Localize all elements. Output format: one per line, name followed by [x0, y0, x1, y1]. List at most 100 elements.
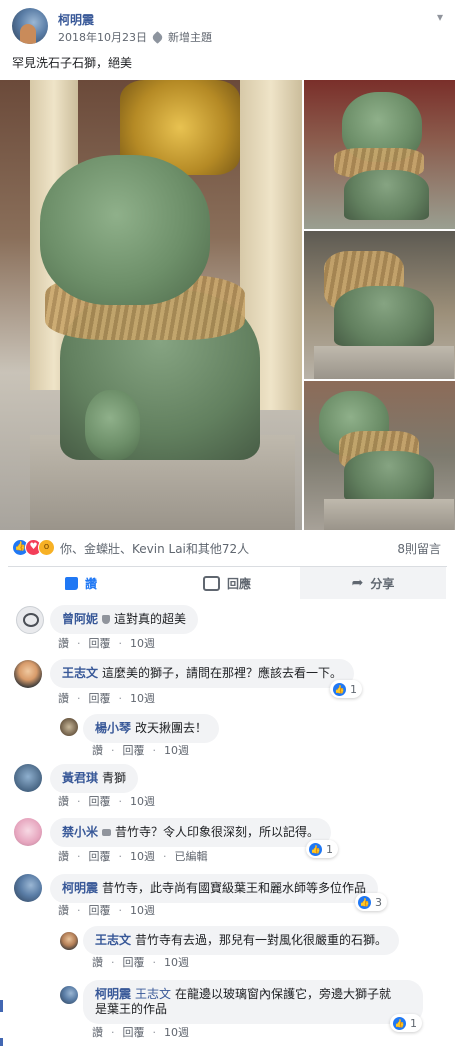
- post-meta: 2018年10月23日 新增主題: [58, 29, 212, 45]
- mention-link[interactable]: 王志文: [135, 987, 171, 1001]
- comment-reply-link[interactable]: 回覆: [89, 637, 111, 650]
- reply-avatar[interactable]: [60, 718, 78, 736]
- comment-links: 讚 · 回覆 · 10週: [92, 1024, 197, 1040]
- add-topic-link[interactable]: 新增主題: [168, 29, 212, 45]
- comment-reply-link[interactable]: 回覆: [89, 850, 111, 863]
- comment-time[interactable]: 10週: [130, 850, 155, 863]
- separator: ·: [152, 744, 157, 757]
- separator: ·: [111, 956, 115, 969]
- photo-grid: [0, 80, 455, 530]
- comment-count[interactable]: 8則留言: [397, 540, 441, 557]
- comment-text: 青獅: [102, 771, 127, 785]
- comment-reply-link[interactable]: 回覆: [89, 795, 111, 808]
- reply-avatar[interactable]: [60, 932, 78, 950]
- comment-reaction-badge[interactable]: 👍 1: [330, 680, 362, 698]
- comment-reply-link[interactable]: 回覆: [123, 744, 145, 757]
- comment-avatar[interactable]: [14, 764, 42, 792]
- comment-reply-link[interactable]: 回覆: [123, 1026, 145, 1039]
- separator: ·: [118, 692, 123, 705]
- comment-like-link[interactable]: 讚: [92, 1026, 103, 1039]
- comment-time[interactable]: 10週: [130, 904, 155, 917]
- comment-bubble: 禁小米 昔竹寺？令人印象很深刻，所以記得。: [50, 818, 332, 847]
- left-edge-marker: [0, 1038, 3, 1046]
- comment-time[interactable]: 10週: [164, 1026, 189, 1039]
- comment-bubble: 黃君琪 青獅: [50, 764, 139, 793]
- comment-author[interactable]: 柯明震: [62, 881, 98, 895]
- author-name[interactable]: 柯明震: [58, 11, 94, 28]
- comment-links: 讚 · 回覆 · 10週: [58, 793, 163, 809]
- comment-button[interactable]: 回應: [154, 567, 300, 599]
- comment-author[interactable]: 楊小琴: [95, 721, 131, 735]
- comment-links: 讚 · 回覆 · 10週 · 已編輯: [58, 848, 216, 864]
- comment-author[interactable]: 柯明震: [95, 987, 131, 1001]
- post-text: 罕見洗石子石獅，絕美: [12, 56, 133, 70]
- comment-like-link[interactable]: 讚: [58, 850, 69, 863]
- comment-like-link[interactable]: 讚: [58, 904, 69, 917]
- photo-main[interactable]: [0, 80, 302, 530]
- photo-thumb-3[interactable]: [304, 381, 455, 530]
- separator: ·: [77, 850, 81, 863]
- like-label: 讚: [84, 576, 97, 591]
- photo-thumb-1[interactable]: [304, 80, 455, 229]
- photo-thumb-2[interactable]: [304, 231, 455, 379]
- comment-bubble: 柯明震 昔竹寺，此寺尚有國寶級葉王和麗水師等多位作品: [50, 874, 379, 903]
- comment-author[interactable]: 王志文: [62, 666, 98, 680]
- thumb2-pedestal: [314, 346, 454, 379]
- speech-bubble-icon: [202, 575, 220, 591]
- comment-like-link[interactable]: 讚: [58, 637, 69, 650]
- thumb2-lion-body: [334, 286, 434, 346]
- comment-reaction-badge[interactable]: 👍 3: [355, 893, 387, 911]
- post-header: 柯明震 2018年10月23日 新增主題 ▾ 罕見洗石子石獅，絕美: [0, 0, 455, 80]
- comment-avatar[interactable]: [16, 606, 44, 634]
- post-date[interactable]: 2018年10月23日: [58, 29, 147, 45]
- comment-reply-link[interactable]: 回覆: [89, 904, 111, 917]
- comment-links: 讚 · 回覆 · 10週: [92, 954, 197, 970]
- comment-bubble: 王志文 這麼美的獅子，請問在那裡？應該去看一下。: [50, 659, 355, 688]
- edited-label[interactable]: 已編輯: [175, 850, 208, 863]
- share-button[interactable]: ➦ 分享: [300, 567, 446, 599]
- reaction-summary[interactable]: 你、金蠑壯、Kevin Lai和其他72人: [60, 540, 249, 557]
- comment-time[interactable]: 10週: [130, 637, 155, 650]
- like-reaction-icon: 👍: [393, 1016, 406, 1030]
- comment-links: 讚 · 回覆 · 10週: [58, 902, 163, 918]
- comment-reaction-badge[interactable]: 👍 1: [306, 840, 338, 858]
- chevron-down-icon[interactable]: ▾: [437, 10, 443, 24]
- left-edge-marker: [0, 1000, 3, 1012]
- reaction-icons[interactable]: 👍 ♥ o: [12, 539, 55, 556]
- comment-time[interactable]: 10週: [130, 692, 155, 705]
- wow-reaction-icon: o: [38, 539, 55, 556]
- comment-avatar[interactable]: [14, 818, 42, 846]
- photo-cub: [85, 390, 140, 460]
- comment-time[interactable]: 10週: [164, 956, 189, 969]
- comment-text: 昔竹寺，此寺尚有國寶級葉王和麗水師等多位作品: [102, 881, 367, 895]
- comment-reaction-badge[interactable]: 👍 1: [390, 1014, 422, 1032]
- share-label: 分享: [370, 576, 395, 591]
- like-reaction-icon: 👍: [309, 842, 322, 856]
- comment-author[interactable]: 黃君琪: [62, 771, 98, 785]
- comment-text: 昔竹寺有去過，那兒有一對風化很嚴重的石獅。: [135, 933, 388, 947]
- action-bar: 讚 回應 ➦ 分享: [8, 566, 447, 601]
- reaction-count: 3: [375, 895, 382, 909]
- comment-time[interactable]: 10週: [164, 744, 189, 757]
- comment-author[interactable]: 王志文: [95, 933, 131, 947]
- comment-like-link[interactable]: 讚: [58, 795, 69, 808]
- comment-author[interactable]: 禁小米: [62, 825, 98, 839]
- comment-like-link[interactable]: 讚: [92, 956, 103, 969]
- comment-reply-link[interactable]: 回覆: [123, 956, 145, 969]
- like-button[interactable]: 讚: [8, 567, 154, 599]
- comment-reply-link[interactable]: 回覆: [89, 692, 111, 705]
- reply-avatar[interactable]: [60, 986, 78, 1004]
- comment-avatar[interactable]: [14, 874, 42, 902]
- comment-author[interactable]: 曾阿妮: [62, 612, 98, 626]
- comment-like-link[interactable]: 讚: [92, 744, 103, 757]
- comment-like-link[interactable]: 讚: [58, 692, 69, 705]
- chat-icon: [102, 829, 112, 836]
- thumb3-lion-body: [344, 451, 434, 501]
- separator: ·: [118, 850, 123, 863]
- reply-bubble: 柯明震 王志文 在龍邊以玻璃窗內保護它，旁邊大獅子就 是葉王的作品: [83, 980, 423, 1024]
- comment-avatar[interactable]: [14, 660, 42, 688]
- author-avatar[interactable]: [12, 8, 48, 44]
- share-arrow-icon: ➦: [351, 575, 364, 591]
- photo-lion-head: [40, 155, 210, 305]
- comment-time[interactable]: 10週: [130, 795, 155, 808]
